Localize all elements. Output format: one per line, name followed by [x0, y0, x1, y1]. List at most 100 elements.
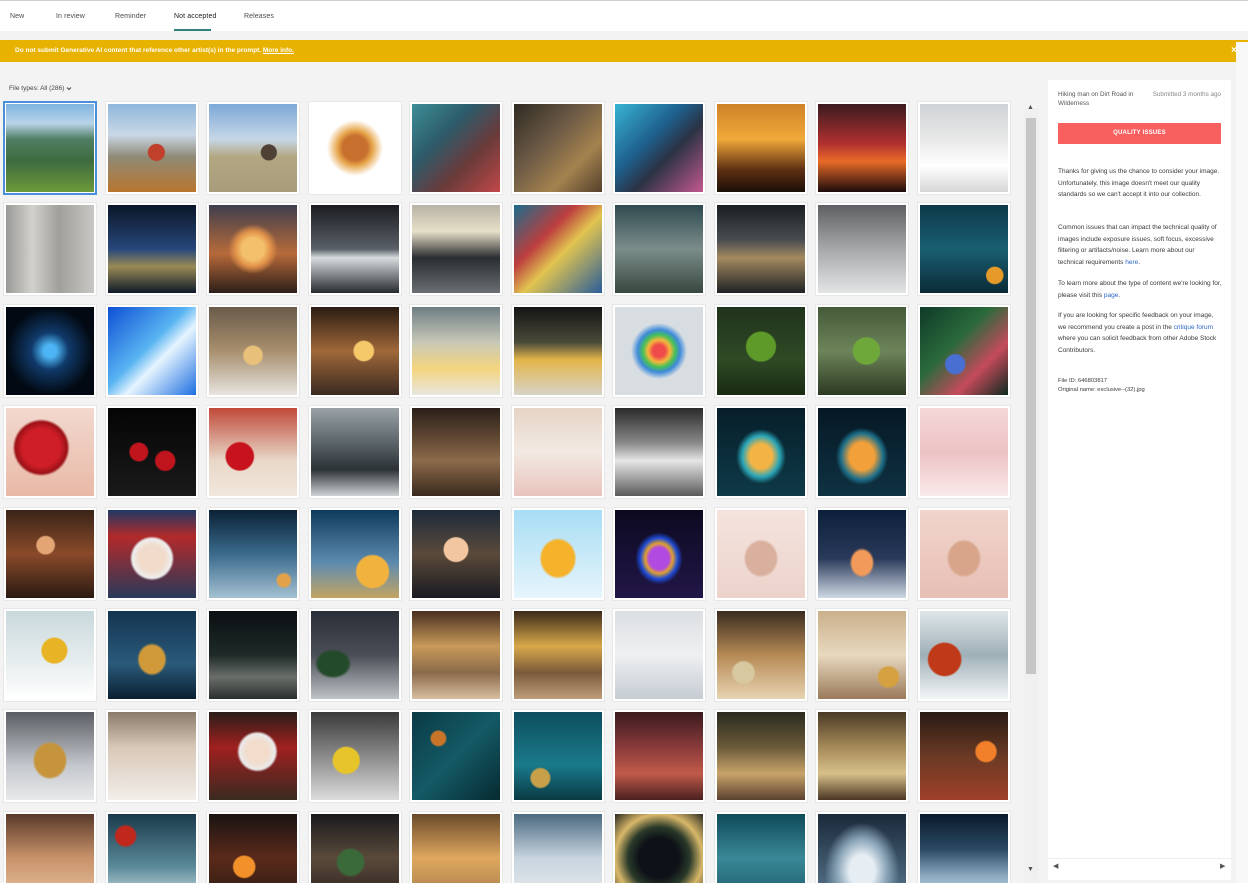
critique-forum-link[interactable]: critique forum — [1174, 324, 1213, 331]
thumbnail-small-trees-dark[interactable] — [206, 608, 300, 702]
scroll-right-arrow[interactable]: ▶ — [1220, 862, 1225, 870]
thumbnail-cracked-ice[interactable] — [510, 810, 605, 883]
thumbnail-burger-splash[interactable] — [307, 101, 402, 195]
thumbnail-gold-ornament-snow[interactable] — [3, 608, 97, 702]
content-page-link[interactable]: page — [1104, 292, 1118, 299]
thumbnail-snow-bokeh-frame[interactable] — [104, 709, 199, 804]
file-types-filter[interactable]: File types: All (286) — [9, 85, 72, 92]
more-info-link[interactable]: More info. — [263, 47, 294, 54]
page-scrollbar[interactable] — [1236, 42, 1248, 883]
panel-horizontal-scrollbar[interactable]: ◀ ▶ — [1048, 858, 1231, 872]
thumbnail-hiker-on-dirt-road[interactable] — [206, 101, 300, 195]
thumbnail-woman-gift-red[interactable] — [612, 709, 706, 804]
thumbnail-family-sunset-silhouette[interactable] — [713, 101, 808, 195]
thumbnail-roses-dark[interactable] — [104, 405, 199, 500]
thumbnail-blue-light-rings[interactable] — [3, 303, 97, 398]
thumbnail-soldier-american-flag[interactable] — [409, 101, 503, 195]
thumbnail-gold-tree-ornaments[interactable] — [3, 709, 97, 804]
scroll-left-arrow[interactable]: ◀ — [1053, 862, 1058, 870]
tab-releases[interactable]: Releases — [244, 13, 274, 20]
thumbnail-gold-ornament-wood[interactable] — [815, 608, 909, 702]
thumbnail-red-ornament-branch[interactable] — [916, 608, 1011, 702]
thumbnail-pink-paper-tree[interactable] — [713, 506, 808, 601]
thumbnail-snowy-forest-path[interactable] — [916, 810, 1011, 883]
thumbnail-moss-heart[interactable] — [713, 303, 808, 398]
thumbnail-gold-bokeh-water[interactable] — [104, 202, 199, 297]
thumbnail-father-child-sunset[interactable] — [815, 101, 909, 195]
thumbnail-gold-bokeh-table[interactable] — [510, 608, 605, 702]
thumbnail-image — [6, 306, 94, 395]
thumbnail-sparkle-bokeh-gold[interactable] — [409, 810, 503, 883]
thumbnail-crystal-ball-sunset[interactable] — [206, 202, 300, 297]
thumbnail-airliner-runway[interactable] — [409, 202, 503, 297]
thumbnail-gold-origami-tree[interactable] — [510, 506, 605, 601]
technical-requirements-link[interactable]: here — [1125, 259, 1138, 266]
thumbnail-snow-globe-bokeh[interactable] — [206, 303, 300, 398]
thumbnail-fighter-jet[interactable] — [307, 202, 402, 297]
scroll-down-arrow[interactable]: ▼ — [1027, 866, 1034, 873]
thumbnail-man-studio-backdrop[interactable] — [916, 101, 1011, 195]
thumbnail-teal-ornaments[interactable] — [510, 709, 605, 804]
thumbnail-red-ornaments-frame[interactable] — [104, 810, 199, 883]
thumbnail-shipping-containers[interactable] — [510, 202, 605, 297]
thumbnail-girl-with-lantern[interactable] — [409, 506, 503, 601]
thumbnail-pine-ornament[interactable] — [916, 303, 1011, 398]
tab-in-review[interactable]: In review — [56, 13, 85, 20]
chevron-down-icon — [66, 86, 72, 90]
thumbnail-frozen-circle-ice[interactable] — [815, 810, 909, 883]
thumbnail-lemons-snow[interactable] — [307, 709, 402, 804]
thumbnail-lit-tree-snow[interactable] — [815, 506, 909, 601]
thumbnail-tree-night-snow[interactable] — [307, 608, 402, 702]
thumbnail-tree-wreath-frame[interactable] — [612, 810, 706, 883]
quality-issues-button[interactable]: QUALITY ISSUES — [1058, 123, 1221, 144]
thumbnail-blue-fiber-lights[interactable] — [104, 303, 199, 398]
thumbnail-rainbow-ornament[interactable] — [612, 303, 706, 398]
thumbnail-teal-pine-branch[interactable] — [409, 709, 503, 804]
thumbnail-gift-box-blue[interactable] — [307, 506, 402, 601]
thumbnail-snowy-building[interactable] — [307, 405, 402, 500]
thumbnail-neon-tree[interactable] — [612, 506, 706, 601]
thumbnail-man-paper-bw[interactable] — [612, 405, 706, 500]
thumbnail-teal-bokeh-soft[interactable] — [713, 810, 808, 883]
thumbnail-gold-tree-blue[interactable] — [104, 608, 199, 702]
tab-not-accepted[interactable]: Not accepted — [174, 13, 216, 20]
thumbnail-hiker-with-dog[interactable] — [104, 101, 199, 195]
thumbnail-pink-room[interactable] — [916, 405, 1011, 500]
thumbnail-paper-tree-pink[interactable] — [916, 506, 1011, 601]
thumbnail-gold-ornament-bokeh[interactable] — [307, 303, 402, 398]
thumbnail-gold-bokeh-wood[interactable] — [409, 608, 503, 702]
thumbnail-plane-dark-sky[interactable] — [713, 202, 808, 297]
thumbnail-moss-heart-forest[interactable] — [815, 303, 909, 398]
thumbnail-soldier-watercolor[interactable] — [612, 101, 706, 195]
thumbnail-red-rose[interactable] — [3, 405, 97, 500]
thumbnail-teal-bokeh-gold[interactable] — [916, 202, 1011, 297]
thumbnail-soldier-flag-sepia[interactable] — [510, 101, 605, 195]
thumbnail-snow-christmas-stars[interactable] — [815, 202, 909, 297]
thumbnail-horse-carriage[interactable] — [409, 405, 503, 500]
scroll-up-arrow[interactable]: ▲ — [1027, 104, 1034, 111]
tab-reminder[interactable]: Reminder — [115, 13, 146, 20]
thumbnail-wood-snow-backdrop[interactable] — [3, 202, 97, 297]
thumbnail-lit-christmas-tree[interactable] — [815, 405, 909, 500]
thumbnail-rose-bed[interactable] — [206, 405, 300, 500]
tab-new[interactable]: New — [10, 13, 24, 20]
thumbnail-snowy-trees-forest[interactable] — [409, 303, 503, 398]
thumbnail-warm-bokeh-frame[interactable] — [3, 810, 97, 883]
thumbnail-silver-ornaments-bokeh[interactable] — [713, 608, 808, 702]
thumbnail-tree-window-bokeh[interactable] — [713, 709, 808, 804]
thumbnail-santa-sparkler[interactable] — [206, 709, 300, 804]
thumbnail-reindeer-snow-forest[interactable] — [612, 608, 706, 702]
thumbnail-candles-petals[interactable] — [510, 405, 605, 500]
thumbnail-girl-with-sparkler[interactable] — [3, 506, 97, 601]
thumbnail-old-warplane[interactable] — [612, 202, 706, 297]
thumbnail-tree-window-night[interactable] — [307, 810, 402, 883]
thumbnail-fireplace-gifts[interactable] — [916, 709, 1011, 804]
scrollbar-thumb[interactable] — [1026, 118, 1036, 674]
thumbnail-ribbon-christmas-tree[interactable] — [713, 405, 808, 500]
thumbnail-blue-bokeh-snow[interactable] — [206, 506, 300, 601]
thumbnail-gold-lights-room[interactable] — [815, 709, 909, 804]
thumbnail-santa-portrait[interactable] — [104, 506, 199, 601]
thumbnail-mountain-valley-hiker-dog[interactable] — [3, 101, 97, 195]
thumbnail-gold-trees-dark[interactable] — [510, 303, 605, 398]
thumbnail-fireplace-night[interactable] — [206, 810, 300, 883]
